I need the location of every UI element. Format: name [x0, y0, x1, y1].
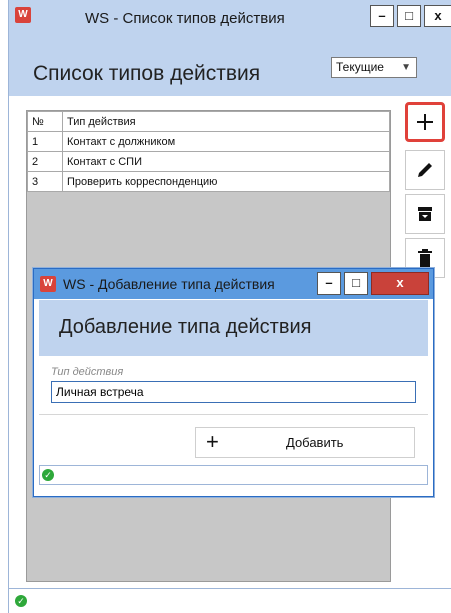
minimize-button[interactable]: – [370, 5, 394, 27]
page-title: Список типов действия [33, 62, 261, 85]
cell-number: 3 [27, 171, 63, 192]
action-type-input[interactable]: Личная встреча [51, 381, 416, 403]
check-circle-icon: ✓ [42, 469, 54, 481]
main-window-title: WS - Список типов действия [85, 10, 285, 27]
dialog-titlebar[interactable]: W WS - Добавление типа действия – □ x [34, 269, 433, 299]
dialog-title: WS - Добавление типа действия [63, 276, 275, 292]
archive-icon [418, 207, 432, 221]
edit-button[interactable] [405, 150, 445, 190]
pencil-icon [418, 163, 432, 177]
add-type-dialog: W WS - Добавление типа действия – □ x До… [33, 268, 434, 497]
dialog-close-button[interactable]: x [371, 272, 429, 295]
dialog-status-bar: ✓ [39, 465, 428, 485]
archive-button[interactable] [405, 194, 445, 234]
status-bar: ✓ [9, 588, 451, 613]
trash-icon [418, 249, 432, 267]
plus-icon: + [206, 429, 219, 454]
cell-type: Проверить корреспонденцию [62, 171, 390, 192]
dialog-header: Добавление типа действия [39, 300, 428, 356]
table-header-row: № Тип действия [27, 111, 390, 132]
add-action-type-button[interactable]: + Добавить [195, 427, 415, 458]
add-button-label: Добавить [286, 435, 344, 450]
divider [39, 414, 428, 415]
cell-number: 1 [27, 131, 63, 152]
column-header-type[interactable]: Тип действия [62, 111, 390, 132]
cell-type: Контакт с СПИ [62, 151, 390, 172]
close-button[interactable]: x [424, 5, 451, 27]
maximize-button[interactable]: □ [397, 5, 421, 27]
column-header-number[interactable]: № [27, 111, 63, 132]
field-label: Тип действия [51, 366, 124, 378]
app-logo-icon: W [15, 7, 31, 23]
chevron-down-icon: ▼ [401, 62, 411, 73]
main-titlebar[interactable]: W WS - Список типов действия – □ x [9, 0, 451, 36]
table-row[interactable]: 3 Проверить корреспонденцию [27, 171, 390, 192]
dialog-maximize-button[interactable]: □ [344, 272, 368, 295]
dialog-minimize-button[interactable]: – [317, 272, 341, 295]
cell-number: 2 [27, 151, 63, 172]
table-row[interactable]: 1 Контакт с должником [27, 131, 390, 152]
filter-select-value: Текущие [336, 60, 384, 74]
add-button[interactable] [405, 102, 445, 142]
check-circle-icon: ✓ [15, 595, 27, 607]
dialog-heading: Добавление типа действия [59, 316, 312, 338]
cell-type: Контакт с должником [62, 131, 390, 152]
filter-select[interactable]: Текущие ▼ [331, 57, 417, 78]
app-logo-icon: W [40, 276, 56, 292]
table-row[interactable]: 2 Контакт с СПИ [27, 151, 390, 172]
plus-icon [417, 114, 433, 130]
